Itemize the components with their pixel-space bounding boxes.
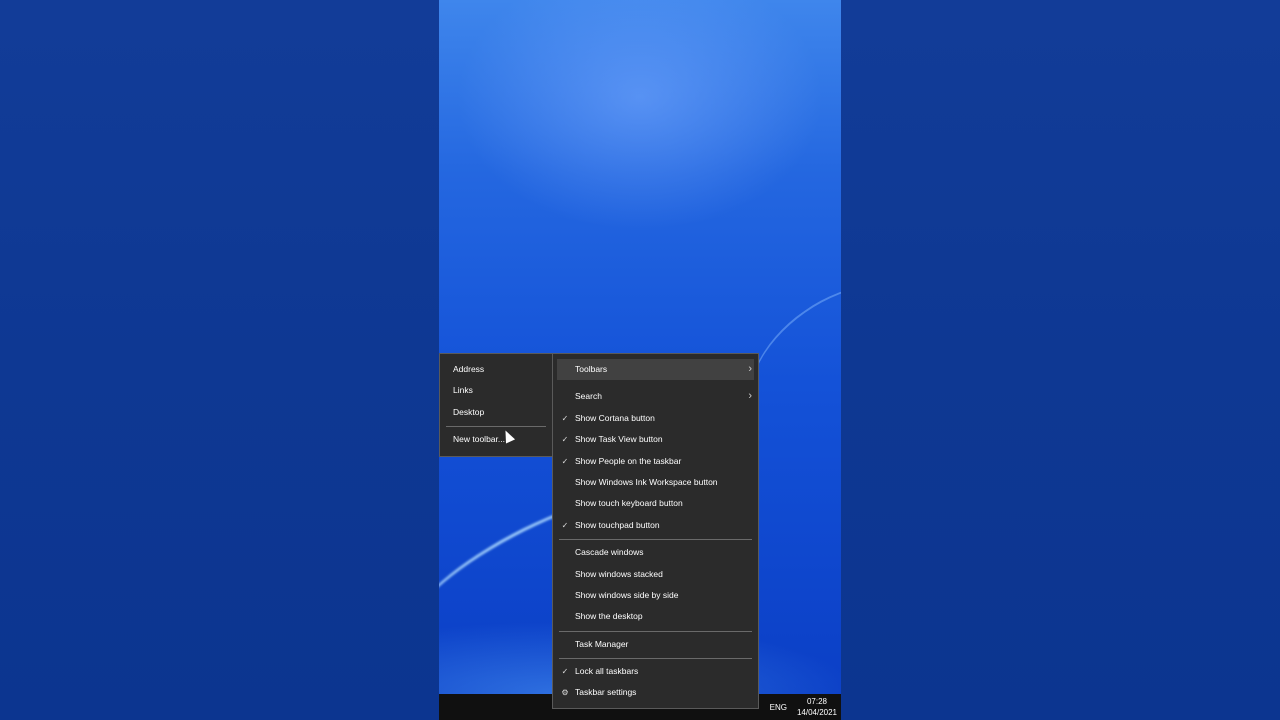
menu-item-show-people[interactable]: ✓ Show People on the taskbar [553,451,758,472]
background-left [0,0,439,720]
menu-item-label: Task Manager [575,638,629,649]
menu-item-show-touch-keyboard[interactable]: Show touch keyboard button [553,493,758,514]
chevron-right-icon: › [748,363,752,375]
menu-item-label: Taskbar settings [575,687,637,698]
chevron-right-icon: › [748,390,752,403]
submenu-item-new-toolbar[interactable]: New toolbar... [440,429,552,450]
menu-separator [559,658,752,660]
menu-item-label: Show touchpad button [575,519,660,530]
toolbars-submenu: Address Links Desktop New toolbar... [439,353,552,457]
check-icon: ✓ [561,435,569,445]
menu-item-windows-side-by-side[interactable]: Show windows side by side [553,585,758,606]
menu-item-task-manager[interactable]: Task Manager [553,634,758,655]
menu-item-label: Lock all taskbars [575,666,639,677]
menu-item-show-ink-workspace[interactable]: Show Windows Ink Workspace button [553,472,758,493]
menu-item-label: Toolbars [575,364,608,374]
menu-item-lock-taskbars[interactable]: ✓ Lock all taskbars [553,661,758,682]
menu-item-label: Show Windows Ink Workspace button [575,476,718,487]
menu-item-label: Show the desktop [575,611,643,622]
menu-item-show-desktop[interactable]: Show the desktop [553,606,758,627]
system-tray[interactable]: ENG 07:28 14/04/2021 [770,694,841,720]
clock-time: 07:28 [806,697,827,706]
background-right [841,0,1280,720]
menu-item-taskbar-settings[interactable]: ⚙ Taskbar settings [553,682,758,703]
menu-item-toolbars[interactable]: Toolbars › [557,359,754,381]
check-icon: ✓ [561,520,569,530]
menu-item-windows-stacked[interactable]: Show windows stacked [553,564,758,585]
menu-separator [446,426,546,428]
submenu-item-label: Desktop [453,406,485,417]
clock-date: 14/04/2021 [796,708,837,717]
menu-item-show-task-view[interactable]: ✓ Show Task View button [553,429,758,450]
menu-item-show-cortana[interactable]: ✓ Show Cortana button [553,408,758,429]
submenu-item-label: New toolbar... [453,434,505,445]
menu-item-label: Show windows side by side [575,589,679,600]
submenu-item-links[interactable]: Links [440,380,552,401]
menu-item-label: Show Task View button [575,434,663,445]
submenu-item-label: Address [453,364,485,374]
menu-item-label: Show Cortana button [575,412,655,423]
clock[interactable]: 07:28 14/04/2021 [797,696,837,718]
menu-item-show-touchpad[interactable]: ✓ Show touchpad button [553,515,758,536]
menu-item-label: Show touch keyboard button [575,498,683,509]
check-icon: ✓ [561,667,569,677]
menu-separator [559,630,752,632]
check-icon: ✓ [561,456,569,466]
menu-item-label: Cascade windows [575,547,644,558]
menu-separator [559,539,752,541]
gear-icon: ⚙ [561,688,569,698]
submenu-item-label: Links [453,385,473,396]
menu-item-label: Search [575,391,602,402]
menu-item-search[interactable]: Search › [553,386,758,407]
menu-item-label: Show windows stacked [575,568,663,579]
submenu-item-desktop[interactable]: Desktop [440,402,552,423]
language-indicator[interactable]: ENG [770,703,787,712]
taskbar-context-menu: Toolbars › Search › ✓ Show Cortana butto… [552,353,759,709]
check-icon: ✓ [561,413,569,423]
menu-item-label: Show People on the taskbar [575,455,682,466]
submenu-item-address[interactable]: Address [440,359,552,380]
menu-item-cascade-windows[interactable]: Cascade windows [553,542,758,563]
